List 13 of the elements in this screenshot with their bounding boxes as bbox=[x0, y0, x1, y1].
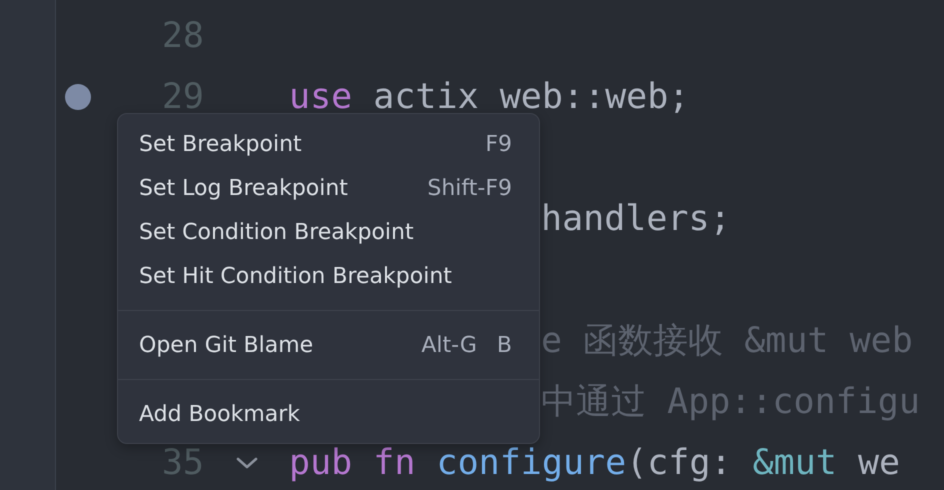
code-line: 中通过 App::configu bbox=[541, 382, 920, 422]
code-line: handlers; bbox=[541, 198, 731, 238]
menu-item[interactable]: Set Hit Condition Breakpoint bbox=[119, 254, 538, 298]
menu-item[interactable]: Add Bookmark bbox=[119, 392, 538, 436]
menu-item[interactable]: Set Log Breakpoint Shift-F9 bbox=[119, 166, 538, 210]
code-line: use actix web::web; bbox=[289, 76, 690, 116]
chevron-down-icon[interactable] bbox=[234, 456, 258, 470]
menu-item[interactable]: Open Git Blame Alt-G B bbox=[119, 323, 538, 367]
code-line: e 函数接收 &mut web bbox=[541, 321, 913, 361]
code-line: pub fn configure(cfg: &mut we bbox=[289, 442, 900, 482]
menu-item[interactable]: Set Breakpoint F9 bbox=[119, 122, 538, 166]
menu-item[interactable]: Set Condition Breakpoint bbox=[119, 210, 538, 254]
breakpoint-dot[interactable] bbox=[64, 84, 90, 110]
